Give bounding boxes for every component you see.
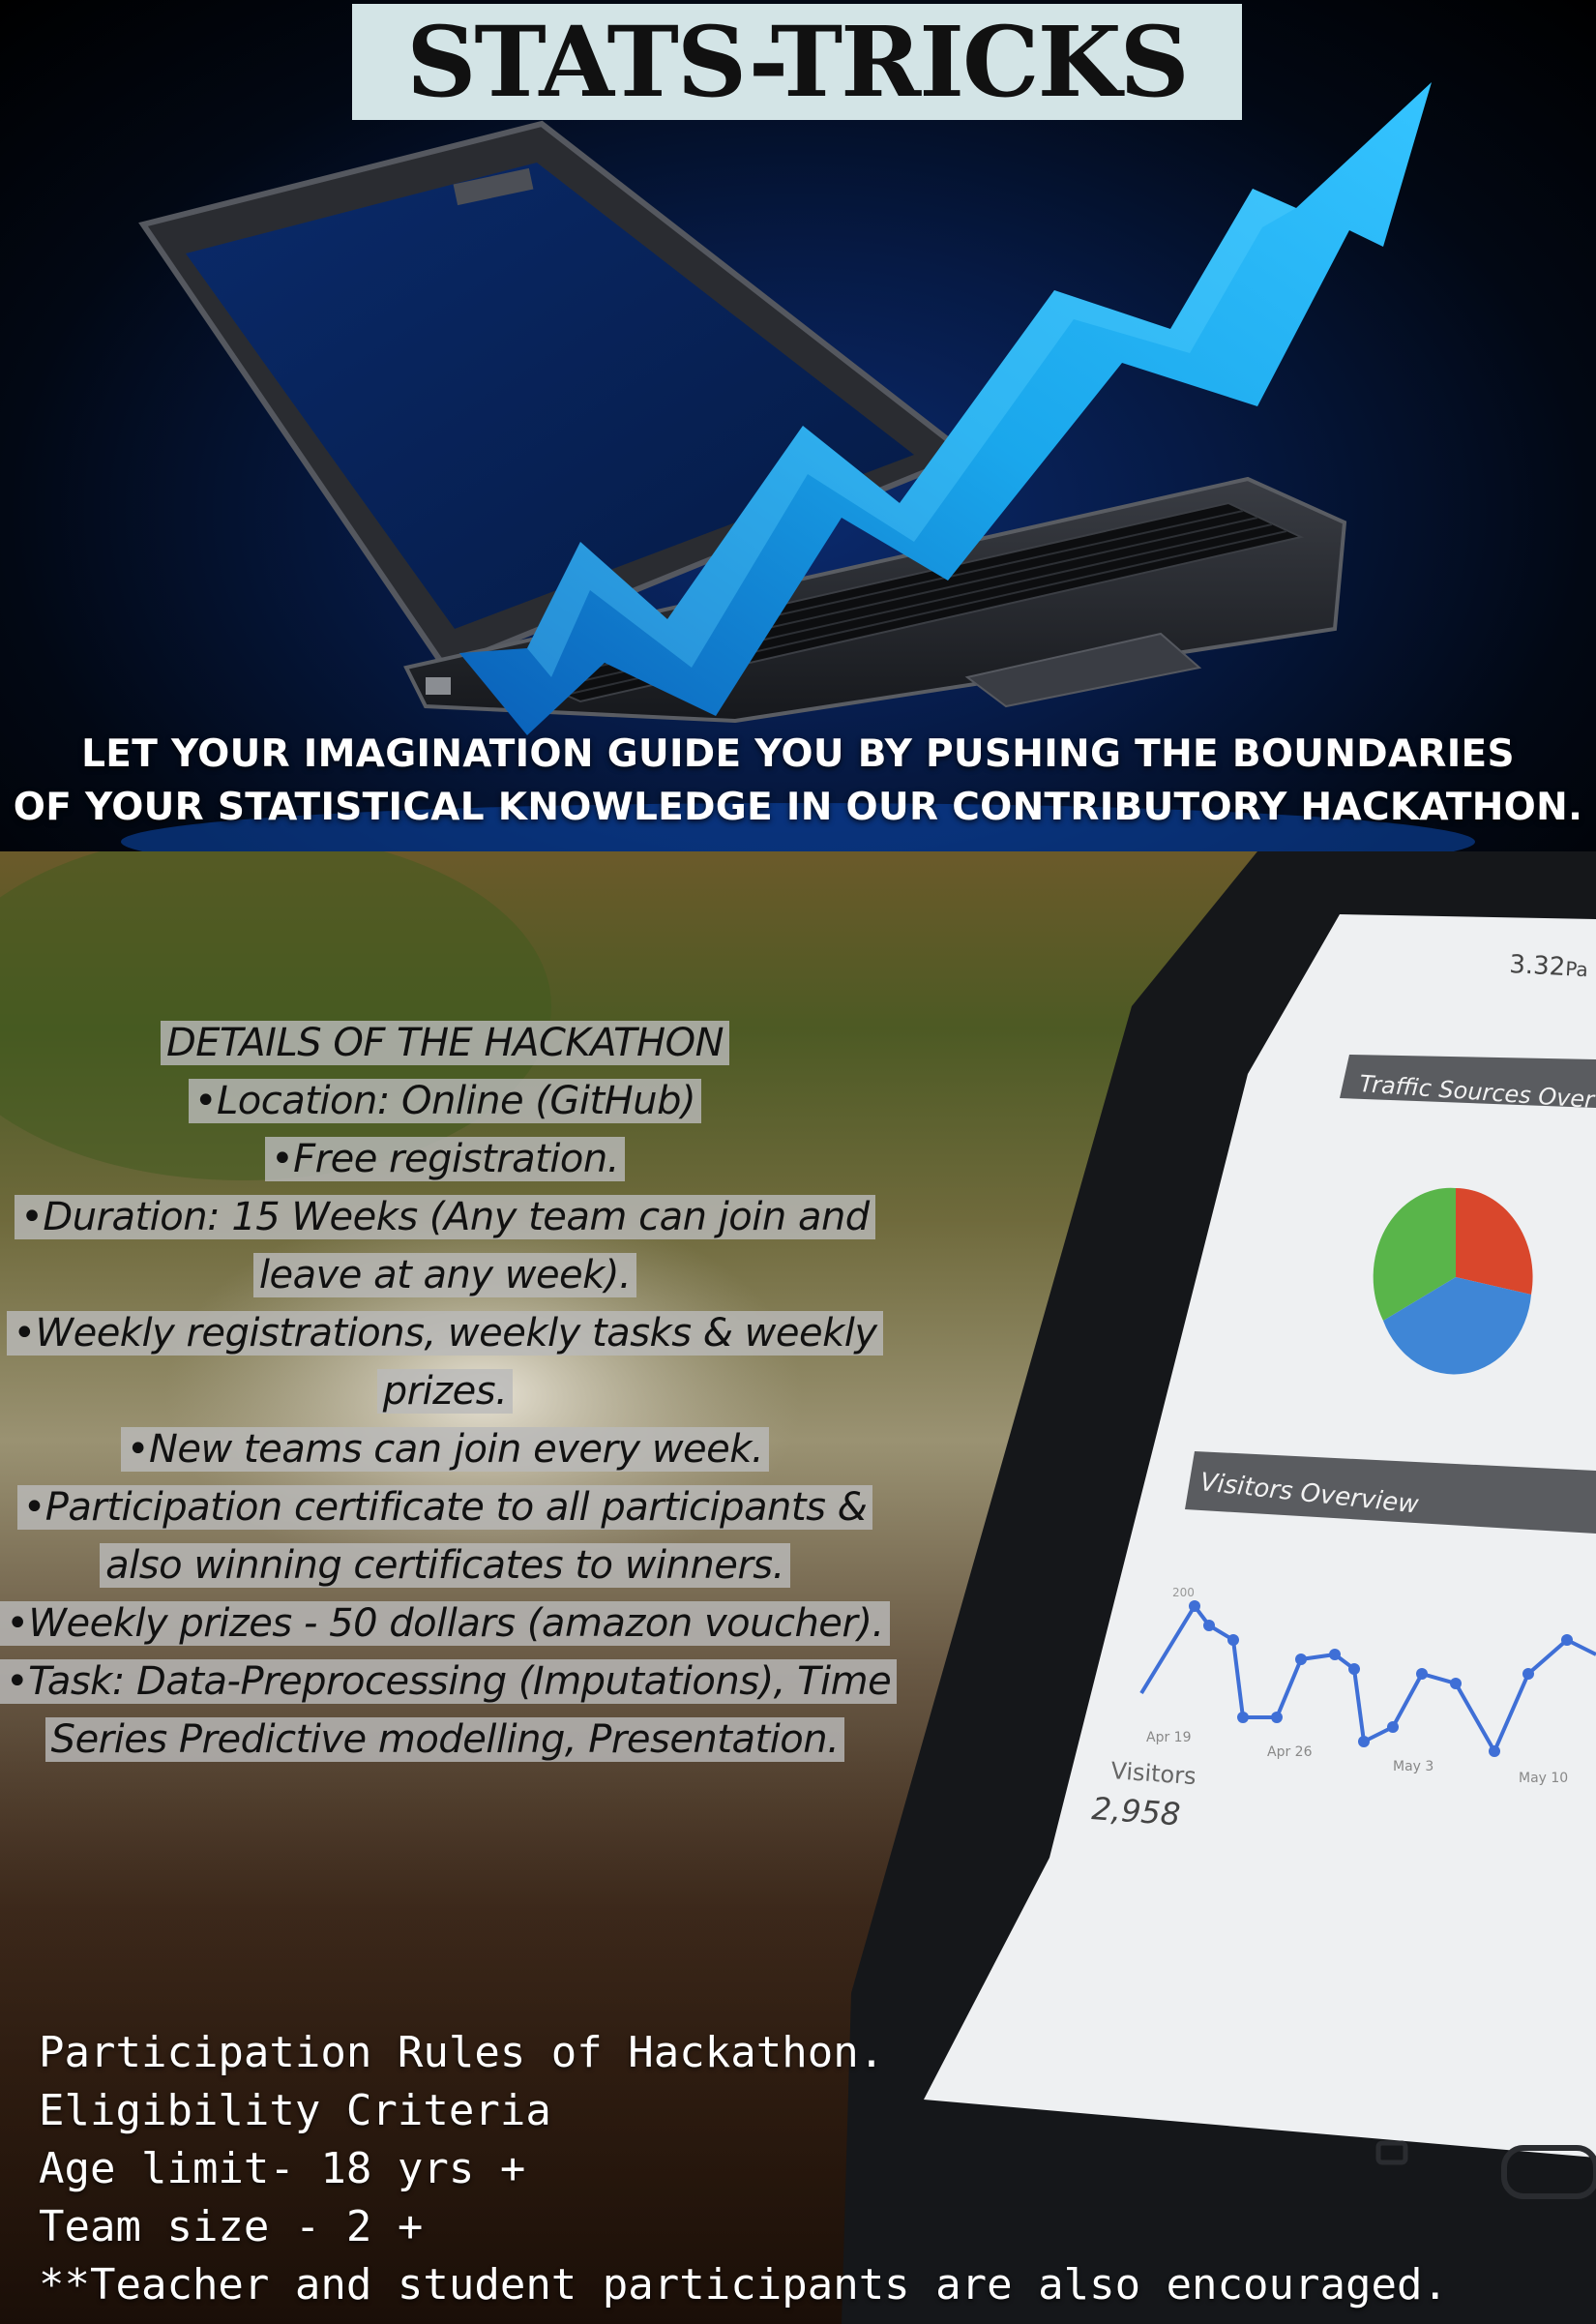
rules-age-limit: Age limit- 18 yrs + [39,2144,526,2193]
tagline-line-2: OF YOUR STATISTICAL KNOWLEDGE IN OUR CON… [13,786,1583,829]
date-label-2: May 3 [1393,1759,1433,1774]
tablet-page-count: 3.32 [1509,950,1566,982]
details-heading: DETAILS OF THE HACKATHON [160,1021,730,1065]
details-registration: •Free registration. [265,1137,625,1181]
tagline-line-1: LET YOUR IMAGINATION GUIDE YOU BY PUSHIN… [81,732,1515,776]
hero-banner: STATS-TRICKS LET YOUR IMAGINATION GUIDE … [0,0,1596,851]
rules-heading: Participation Rules of Hackathon. [39,2028,885,2077]
date-label-1: Apr 26 [1267,1744,1313,1760]
rules-eligibility: Eligibility Criteria [39,2086,551,2135]
participation-rules: Participation Rules of Hackathon. Eligib… [39,2024,1448,2314]
rules-encouragement: **Teacher and student participants are a… [39,2260,1448,2309]
details-duration-cont: leave at any week). [252,1253,637,1297]
tablet-page-suffix: Pa [1565,957,1589,981]
line-chart-axis-tick: 200 [1172,1586,1195,1599]
details-certificate-cont: also winning certificates to winners. [100,1543,790,1588]
details-task: •Task: Data-Preprocessing (Imputations),… [0,1659,898,1704]
date-label-3: May 10 [1519,1771,1568,1786]
details-task-cont: Series Predictive modelling, Presentatio… [44,1717,845,1762]
tagline: LET YOUR IMAGINATION GUIDE YOU BY PUSHIN… [0,728,1596,834]
visitors-value: 2,958 [1090,1790,1181,1832]
hackathon-details: DETAILS OF THE HACKATHON •Location: Onli… [0,1014,898,1769]
details-weekly: •Weekly registrations, weekly tasks & we… [7,1311,883,1356]
details-certificate: •Participation certificate to all partic… [16,1485,873,1530]
laptop-port [426,677,451,695]
details-weekly-cont: prizes. [376,1369,514,1414]
details-duration: •Duration: 15 Weeks (Any team can join a… [15,1195,875,1239]
date-label-0: Apr 19 [1146,1730,1191,1745]
laptop-illustration [121,82,1475,851]
rules-team-size: Team size - 2 + [39,2202,424,2251]
details-location: •Location: Online (GitHub) [188,1079,702,1123]
page-title: STATS-TRICKS [406,5,1190,119]
details-prizes: •Weekly prizes - 50 dollars (amazon vouc… [0,1601,890,1646]
title-banner: STATS-TRICKS [352,4,1242,120]
details-new-teams: •New teams can join every week. [120,1427,770,1472]
